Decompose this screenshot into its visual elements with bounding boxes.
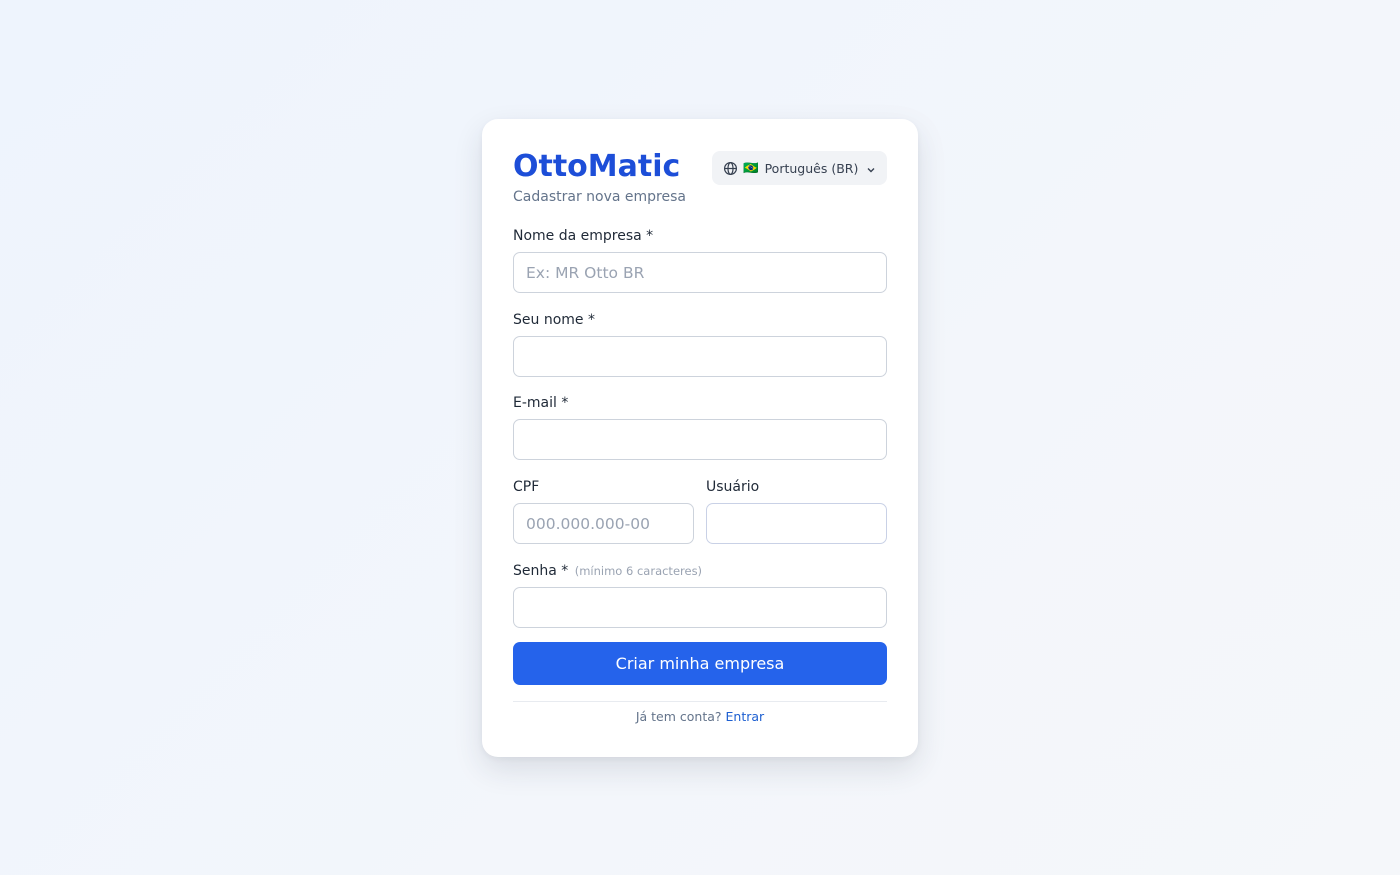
- brazil-flag-icon: 🇧🇷: [743, 160, 759, 175]
- password-hint: (mínimo 6 caracteres): [574, 564, 703, 578]
- cpf-label: CPF: [513, 479, 540, 495]
- company-field-group: Nome da empresa *: [513, 226, 887, 293]
- company-label: Nome da empresa *: [513, 228, 654, 244]
- language-label: Português (BR): [764, 160, 859, 176]
- password-field-group: Senha * (mínimo 6 caracteres): [513, 561, 887, 628]
- username-field-group: Usuário: [706, 477, 887, 544]
- signup-card: OttoMatic Cadastrar nova empresa 🇧🇷 Port…: [482, 119, 918, 757]
- card-header: OttoMatic Cadastrar nova empresa 🇧🇷 Port…: [513, 150, 887, 238]
- chevron-down-icon: [866, 163, 876, 173]
- create-company-button[interactable]: Criar minha empresa: [513, 642, 887, 685]
- email-label: E-mail *: [513, 395, 569, 411]
- language-selector[interactable]: 🇧🇷 Português (BR): [712, 151, 887, 185]
- password-input[interactable]: [513, 587, 887, 628]
- password-label-row: Senha * (mínimo 6 caracteres): [513, 561, 887, 581]
- name-field-group: Seu nome *: [513, 310, 887, 377]
- company-input[interactable]: [513, 252, 887, 293]
- login-prompt: Já tem conta? Entrar: [513, 709, 887, 724]
- page-subtitle: Cadastrar nova empresa: [513, 189, 686, 205]
- cpf-field-group: CPF: [513, 477, 694, 544]
- email-field-group: E-mail *: [513, 393, 887, 460]
- divider: [513, 701, 887, 702]
- brand-title: OttoMatic: [513, 149, 681, 184]
- username-label: Usuário: [706, 479, 760, 495]
- login-prompt-text: Já tem conta?: [635, 709, 722, 724]
- globe-icon: [723, 161, 738, 176]
- login-link[interactable]: Entrar: [726, 709, 765, 724]
- cpf-input[interactable]: [513, 503, 694, 544]
- email-field[interactable]: [513, 419, 887, 460]
- password-label: Senha *: [513, 563, 569, 579]
- name-input[interactable]: [513, 336, 887, 377]
- name-label: Seu nome *: [513, 312, 595, 328]
- username-input[interactable]: [706, 503, 887, 544]
